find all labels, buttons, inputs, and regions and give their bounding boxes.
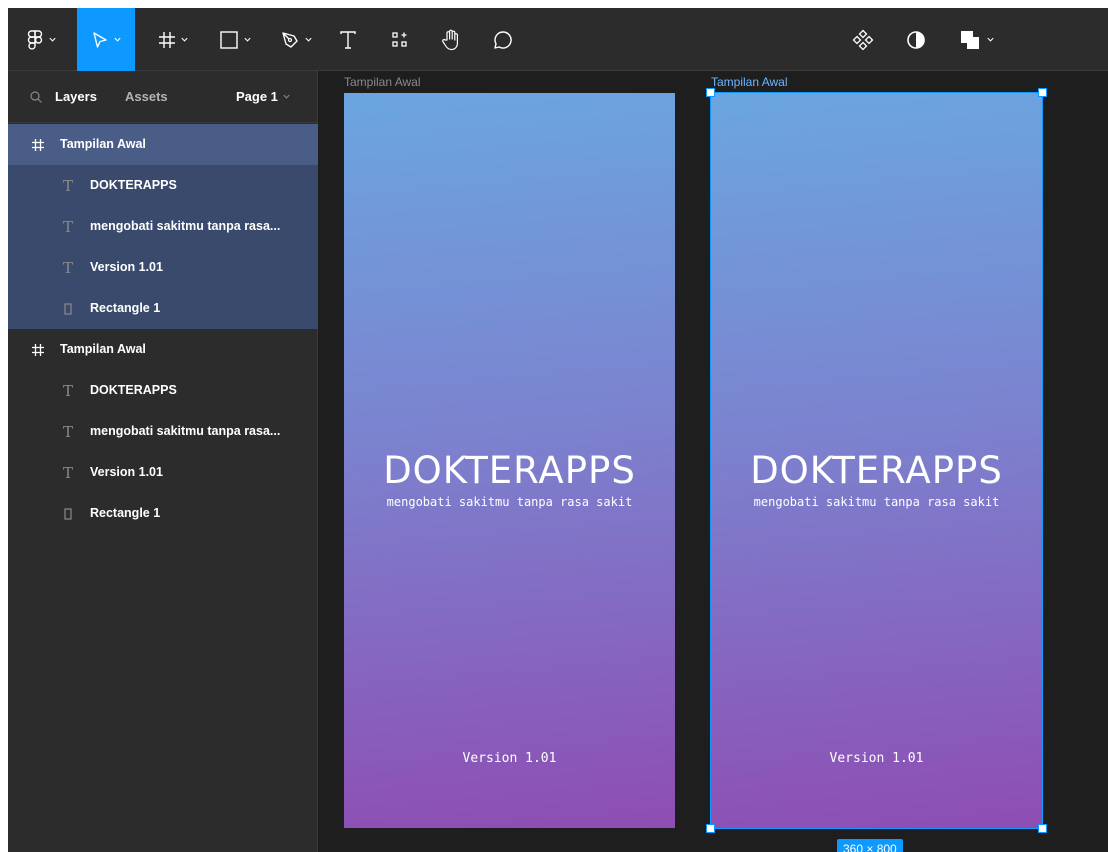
layer-frame-label: Tampilan Awal <box>60 137 146 151</box>
layer-label: mengobati sakitmu tanpa rasa... <box>90 219 281 233</box>
layer-frame[interactable]: Tampilan Awal <box>8 124 318 165</box>
resources-icon <box>392 31 407 47</box>
text-layer-icon: T <box>62 464 73 482</box>
text-layer-icon: T <box>62 423 73 441</box>
app-title[interactable]: DOKTERAPPS <box>344 449 675 492</box>
layer-group-selected: Tampilan Awal T DOKTERAPPS T mengobati s… <box>8 124 318 329</box>
rectangle-layer-icon <box>60 505 76 523</box>
layer-label: Rectangle 1 <box>90 301 161 315</box>
text-layer-icon: T <box>62 259 73 277</box>
component-icon <box>852 29 874 50</box>
layer-frame[interactable]: Tampilan Awal <box>8 329 318 370</box>
layer-frame-label: Tampilan Awal <box>60 342 146 356</box>
phone-frame-selected[interactable]: DOKTERAPPS mengobati sakitmu tanpa rasa … <box>711 93 1042 828</box>
resize-handle-top-right[interactable] <box>1038 88 1047 97</box>
layer-text[interactable]: T DOKTERAPPS <box>8 165 318 206</box>
chevron-down-icon <box>243 37 251 42</box>
comment-tool-button[interactable] <box>488 8 518 71</box>
pen-tool-button[interactable] <box>271 8 321 71</box>
main-menu-button[interactable] <box>16 8 66 71</box>
mask-button[interactable] <box>901 8 931 71</box>
layer-label: Version 1.01 <box>90 465 163 479</box>
text-layer-icon: T <box>62 382 73 400</box>
text-layer-icon: T <box>62 177 73 195</box>
app-version[interactable]: Version 1.01 <box>711 751 1042 766</box>
comment-icon <box>494 30 512 49</box>
rectangle-icon <box>219 30 238 49</box>
selection-size-badge: 360 × 800 <box>837 839 903 852</box>
chevron-down-icon <box>986 37 994 42</box>
layer-label: mengobati sakitmu tanpa rasa... <box>90 424 281 438</box>
design-canvas[interactable]: Tampilan Awal DOKTERAPPS mengobati sakit… <box>318 71 1108 852</box>
app-subtitle[interactable]: mengobati sakitmu tanpa rasa sakit <box>711 495 1042 509</box>
chevron-down-icon <box>48 37 56 42</box>
app-title[interactable]: DOKTERAPPS <box>711 449 1042 492</box>
pen-icon <box>281 31 298 48</box>
search-icon[interactable] <box>30 91 42 103</box>
layer-text[interactable]: T mengobati sakitmu tanpa rasa... <box>8 411 318 452</box>
create-component-button[interactable] <box>848 8 878 71</box>
boolean-icon <box>960 30 979 49</box>
resize-handle-bottom-left[interactable] <box>706 824 715 833</box>
frame-label[interactable]: Tampilan Awal <box>711 75 788 89</box>
shape-tool-button[interactable] <box>210 8 260 71</box>
app-subtitle[interactable]: mengobati sakitmu tanpa rasa sakit <box>344 495 675 509</box>
layer-text[interactable]: T Version 1.01 <box>8 452 318 493</box>
hand-tool-button[interactable] <box>436 8 466 71</box>
layer-label: DOKTERAPPS <box>90 383 177 397</box>
frame-tool-button[interactable] <box>148 8 198 71</box>
chevron-down-icon <box>180 37 188 42</box>
layer-list: Tampilan Awal T DOKTERAPPS T mengobati s… <box>8 124 318 534</box>
layer-label: DOKTERAPPS <box>90 178 177 192</box>
chevron-down-icon <box>304 37 312 42</box>
figma-logo-icon <box>27 29 42 50</box>
text-layer-icon: T <box>62 218 73 236</box>
layer-rectangle[interactable]: Rectangle 1 <box>8 288 318 329</box>
resize-handle-bottom-right[interactable] <box>1038 824 1047 833</box>
layer-group: Tampilan Awal T DOKTERAPPS T mengobati s… <box>8 329 318 534</box>
layer-text[interactable]: T Version 1.01 <box>8 247 318 288</box>
chevron-down-icon <box>283 94 290 99</box>
figma-window: Layers Assets Page 1 Tampilan Awal T DOK… <box>8 8 1108 852</box>
mask-icon <box>907 30 925 49</box>
boolean-ops-button[interactable] <box>952 8 1002 71</box>
layers-panel: Layers Assets Page 1 Tampilan Awal T DOK… <box>8 71 318 852</box>
frame-hash-icon <box>29 136 47 154</box>
layer-rectangle[interactable]: Rectangle 1 <box>8 493 318 534</box>
toolbar <box>8 8 1108 71</box>
layer-text[interactable]: T mengobati sakitmu tanpa rasa... <box>8 206 318 247</box>
tab-assets[interactable]: Assets <box>125 89 168 104</box>
tab-layers[interactable]: Layers <box>55 89 97 104</box>
text-icon <box>340 30 356 49</box>
frame-label[interactable]: Tampilan Awal <box>344 75 421 89</box>
frame-hash-icon <box>29 341 47 359</box>
move-tool-button[interactable] <box>77 8 135 71</box>
page-selector-label: Page 1 <box>236 89 278 104</box>
app-version[interactable]: Version 1.01 <box>344 751 675 766</box>
hand-icon <box>442 29 458 50</box>
page-selector[interactable]: Page 1 <box>236 89 291 104</box>
move-arrow-icon <box>92 31 107 48</box>
layer-text[interactable]: T DOKTERAPPS <box>8 370 318 411</box>
rectangle-layer-icon <box>60 300 76 318</box>
resize-handle-top-left[interactable] <box>706 88 715 97</box>
layer-label: Version 1.01 <box>90 260 163 274</box>
text-tool-button[interactable] <box>333 8 363 71</box>
frame-hash-icon <box>158 31 175 48</box>
phone-frame[interactable]: DOKTERAPPS mengobati sakitmu tanpa rasa … <box>344 93 675 828</box>
layer-label: Rectangle 1 <box>90 506 161 520</box>
chevron-down-icon <box>113 37 121 42</box>
resources-button[interactable] <box>385 8 415 71</box>
panel-header: Layers Assets Page 1 <box>8 71 318 123</box>
